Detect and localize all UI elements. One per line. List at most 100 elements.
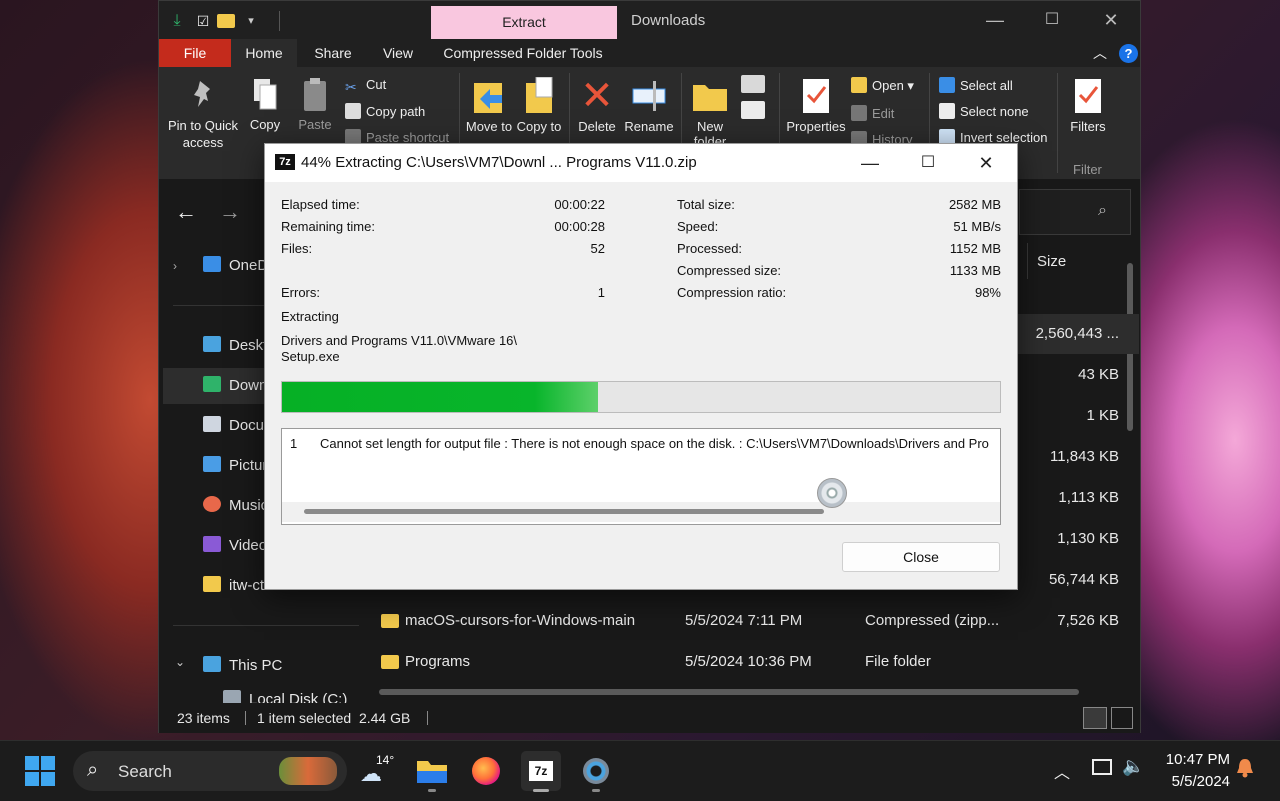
start-icon[interactable]: [24, 755, 56, 787]
show-hidden-icons-chevron-icon[interactable]: ︿: [1054, 759, 1070, 783]
select-all-label: Select all: [960, 78, 1013, 93]
clock-date[interactable]: 5/5/2024: [1158, 773, 1230, 790]
minimize-button[interactable]: —: [972, 7, 1018, 33]
progress-bar: [281, 381, 1001, 413]
select-none-button[interactable]: Select none: [939, 103, 1029, 119]
clock-time[interactable]: 10:47 PM: [1158, 751, 1230, 768]
paste-label: Paste: [298, 117, 332, 132]
search-label: Search: [118, 762, 172, 781]
delete-button[interactable]: ✕ Delete: [573, 71, 621, 134]
paste-icon: [300, 77, 330, 113]
forward-arrow-icon[interactable]: →: [219, 199, 241, 225]
folder-quick-icon[interactable]: [217, 11, 237, 31]
file-row[interactable]: Programs 5/5/2024 10:36 PM File folder: [379, 642, 1139, 682]
sidebar-item-label: This PC: [229, 657, 283, 674]
tab-home[interactable]: Home: [231, 39, 297, 67]
help-icon[interactable]: ?: [1119, 44, 1138, 63]
speed-value: 51 MB/s: [953, 219, 1001, 234]
properties-button[interactable]: Properties: [783, 71, 849, 134]
tab-view[interactable]: View: [371, 39, 425, 67]
paste-button[interactable]: Paste: [291, 71, 339, 132]
sidebar-item-local-disk[interactable]: Local Disk (C:): [163, 685, 359, 703]
horizontal-scrollbar[interactable]: [379, 689, 1079, 695]
close-button[interactable]: Close: [842, 542, 1000, 572]
customize-quick-access-icon[interactable]: ▾: [241, 11, 261, 31]
move-to-label: Move to: [465, 119, 513, 134]
maximize-button[interactable]: ☐: [905, 150, 951, 176]
sidebar-item-label: Local Disk (C:): [249, 691, 348, 703]
cut-button[interactable]: ✂ Cut: [345, 77, 386, 95]
easy-access-icon[interactable]: [741, 101, 765, 119]
7zip-logo: 7z: [529, 761, 553, 781]
firefox-icon[interactable]: [466, 751, 506, 791]
ribbon-tabs: File Home Share View Compressed Folder T…: [159, 39, 1140, 67]
error-index: 1: [290, 436, 298, 451]
open-folder-icon: [851, 77, 867, 93]
download-icon[interactable]: ⤓: [167, 11, 187, 31]
move-to-button[interactable]: Move to: [465, 71, 513, 134]
copy-button[interactable]: Copy: [243, 71, 287, 132]
copy-to-button[interactable]: Copy to: [515, 71, 563, 134]
rename-button[interactable]: Rename: [623, 71, 675, 134]
properties-quick-icon[interactable]: ☑: [193, 11, 213, 31]
search-box[interactable]: ⌕: [1019, 189, 1131, 235]
tab-compressed-folder-tools[interactable]: Compressed Folder Tools: [437, 39, 609, 67]
new-item-icon[interactable]: [741, 75, 765, 93]
error-list[interactable]: 1 Cannot set length for output file : Th…: [281, 428, 1001, 525]
open-button[interactable]: Open ▾: [851, 77, 914, 94]
taskbar-search[interactable]: ⌕ Search: [73, 751, 347, 791]
divider: [173, 625, 359, 626]
remaining-time-value: 00:00:28: [554, 219, 605, 234]
details-view-icon[interactable]: [1083, 707, 1107, 729]
minimize-button[interactable]: —: [847, 150, 893, 176]
maximize-button[interactable]: ☐: [1029, 7, 1075, 33]
weather-temp: 14°: [376, 753, 395, 767]
edit-button[interactable]: Edit: [851, 105, 894, 121]
tab-share[interactable]: Share: [305, 39, 361, 67]
folder-icon: [203, 576, 221, 592]
settings-icon[interactable]: [576, 751, 616, 792]
scrollbar-thumb[interactable]: [304, 509, 824, 514]
copy-icon: [250, 77, 280, 113]
file-size: 56,744 KB: [1048, 571, 1119, 588]
extract-context-tab[interactable]: Extract: [431, 6, 617, 39]
select-none-icon: [939, 103, 955, 119]
copy-to-label: Copy to: [516, 119, 562, 134]
network-icon[interactable]: [1092, 759, 1112, 775]
horizontal-scrollbar[interactable]: [282, 502, 1000, 522]
file-row[interactable]: macOS-cursors-for-Windows-main 5/5/2024 7…: [379, 601, 1139, 641]
select-all-button[interactable]: Select all: [939, 77, 1013, 93]
search-highlight-image: [279, 757, 337, 785]
close-dialog-button[interactable]: ✕: [963, 150, 1009, 176]
sidebar-item-this-pc[interactable]: This PC: [163, 648, 359, 684]
tab-file[interactable]: File: [159, 39, 231, 67]
large-icons-view-icon[interactable]: [1111, 707, 1133, 729]
7zip-icon[interactable]: 7z: [521, 751, 561, 792]
new-folder-button[interactable]: New folder: [687, 71, 733, 149]
total-size-label: Total size:: [677, 197, 735, 212]
total-size-value: 2582 MB: [948, 197, 1001, 212]
file-name: macOS-cursors-for-Windows-main: [405, 612, 636, 629]
file-date: 5/5/2024 7:11 PM: [685, 612, 803, 629]
scissors-icon: ✂: [345, 79, 357, 95]
notification-bell-icon[interactable]: [1236, 758, 1254, 778]
close-window-button[interactable]: ✕: [1088, 7, 1134, 33]
error-message[interactable]: Cannot set length for output file : Ther…: [320, 436, 989, 451]
gear-icon: [583, 758, 609, 784]
copy-path-button[interactable]: Copy path: [345, 103, 425, 119]
file-size: 1 KB: [1086, 407, 1119, 424]
weather-widget[interactable]: ☁ 14°: [356, 751, 396, 791]
properties-label: Properties: [786, 119, 846, 134]
extract-progress-dialog: 7z 44% Extracting C:\Users\VM7\Downl ...…: [264, 143, 1018, 590]
file-size: 1,113 KB: [1058, 489, 1119, 506]
volume-icon[interactable]: 🔈: [1122, 756, 1144, 777]
file-explorer-icon[interactable]: [412, 751, 452, 792]
back-arrow-icon[interactable]: ←: [175, 199, 197, 225]
file-type: Compressed (zipp...: [865, 612, 1000, 629]
collapse-ribbon-icon[interactable]: ︿: [1093, 43, 1107, 63]
filters-button[interactable]: Filters: [1063, 71, 1113, 134]
rename-label: Rename: [624, 119, 674, 134]
running-indicator: [428, 789, 436, 792]
pin-quick-access-button[interactable]: Pin to Quick access: [165, 71, 241, 151]
column-header-size[interactable]: Size: [1037, 253, 1066, 270]
